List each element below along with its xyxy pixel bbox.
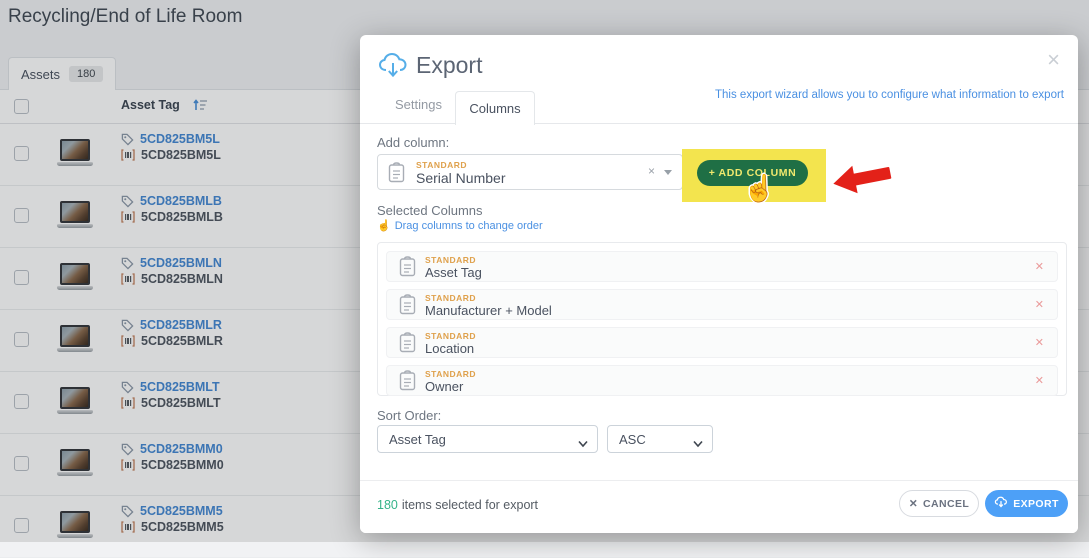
clipboard-icon: [399, 294, 416, 320]
export-count-text: 180 items selected for export: [377, 498, 538, 512]
column-name: Location: [425, 341, 474, 356]
chevron-down-icon[interactable]: [664, 170, 672, 175]
drag-columns-hint: ☝ Drag columns to change order: [377, 219, 543, 232]
app-window: Recycling/End of Life Room Assets 180 As…: [0, 0, 1089, 542]
selected-column-type: STANDARD: [416, 160, 467, 170]
export-cloud-icon: [377, 51, 409, 84]
sort-order-label: Sort Order:: [377, 408, 441, 423]
selected-column-card[interactable]: STANDARD Location ✕: [386, 327, 1058, 358]
column-name: Asset Tag: [425, 265, 482, 280]
remove-column-icon[interactable]: ✕: [1035, 336, 1044, 349]
selected-column-card[interactable]: STANDARD Asset Tag ✕: [386, 251, 1058, 282]
selected-column-card[interactable]: STANDARD Manufacturer + Model ✕: [386, 289, 1058, 320]
cancel-x-icon: ✕: [909, 498, 918, 510]
cursor-hand-icon: ☝: [743, 173, 775, 204]
add-column-label: Add column:: [377, 135, 449, 150]
export-button[interactable]: EXPORT: [985, 490, 1068, 517]
remove-column-icon[interactable]: ✕: [1035, 260, 1044, 273]
sort-direction-select[interactable]: ASC: [607, 425, 713, 453]
clipboard-icon: [399, 332, 416, 358]
clear-selection-icon[interactable]: ×: [648, 164, 655, 178]
column-type: STANDARD: [425, 369, 476, 379]
chevron-down-icon: [578, 435, 588, 453]
selected-column-card[interactable]: STANDARD Owner ✕: [386, 365, 1058, 396]
cancel-label: CANCEL: [923, 498, 969, 510]
export-label: EXPORT: [1013, 498, 1059, 510]
sort-field-select[interactable]: Asset Tag: [377, 425, 598, 453]
export-modal: Export × This export wizard allows you t…: [360, 35, 1078, 533]
chevron-down-icon: [693, 435, 703, 453]
remove-column-icon[interactable]: ✕: [1035, 374, 1044, 387]
sort-direction-value: ASC: [619, 432, 646, 447]
clipboard-icon: [388, 162, 405, 188]
export-wizard-hint: This export wizard allows you to configu…: [715, 89, 1064, 101]
column-name: Owner: [425, 379, 463, 394]
column-type: STANDARD: [425, 331, 476, 341]
drag-hand-icon: ☝: [377, 219, 391, 232]
column-type: STANDARD: [425, 293, 476, 303]
export-count: 180: [377, 498, 398, 512]
export-count-label: items selected for export: [402, 498, 538, 512]
selected-columns-list: STANDARD Asset Tag ✕ STANDARD Manufactur…: [377, 242, 1067, 396]
column-type: STANDARD: [425, 255, 476, 265]
tab-columns[interactable]: Columns: [455, 91, 535, 125]
selected-column-value: Serial Number: [416, 170, 505, 186]
selected-columns-label: Selected Columns: [377, 203, 483, 218]
sort-field-value: Asset Tag: [389, 432, 446, 447]
drag-hint-text: Drag columns to change order: [395, 220, 543, 232]
modal-footer: 180 items selected for export ✕ CANCEL EX…: [360, 480, 1078, 533]
cancel-button[interactable]: ✕ CANCEL: [899, 490, 979, 517]
arrow-annotation: [830, 156, 896, 203]
column-name: Manufacturer + Model: [425, 303, 552, 318]
export-cloud-small-icon: [994, 496, 1008, 511]
clipboard-icon: [399, 256, 416, 282]
add-column-select[interactable]: STANDARD Serial Number ×: [377, 154, 683, 190]
modal-title: Export: [416, 52, 482, 79]
remove-column-icon[interactable]: ✕: [1035, 298, 1044, 311]
close-icon[interactable]: ×: [1047, 49, 1060, 71]
tab-settings[interactable]: Settings: [395, 97, 442, 112]
clipboard-icon: [399, 370, 416, 396]
